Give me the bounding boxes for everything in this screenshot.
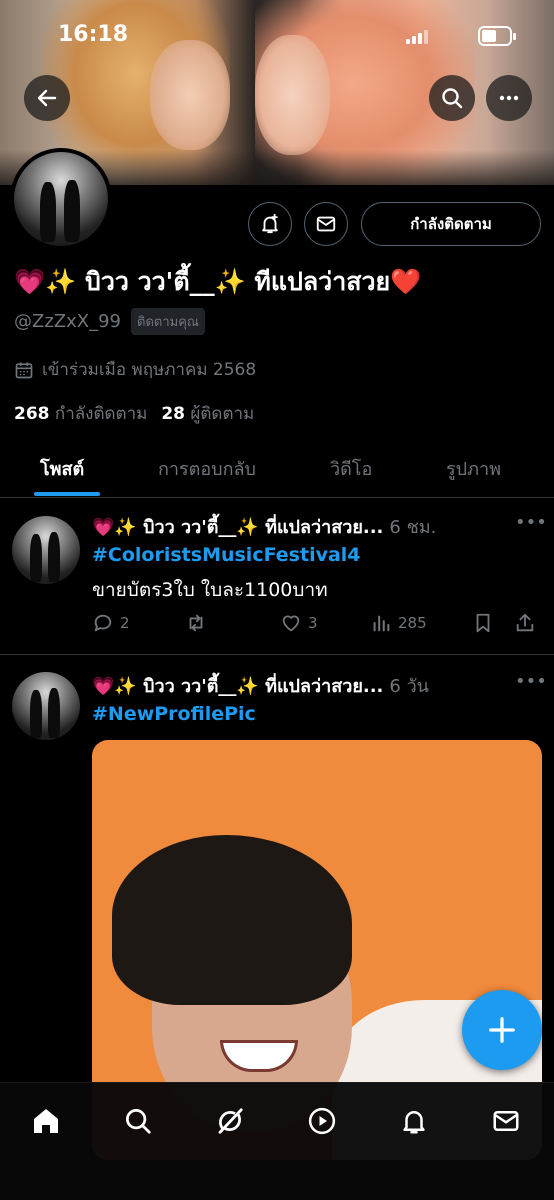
post-actions: 2 3 285 <box>92 612 542 634</box>
following-stat[interactable]: 268 กำลังติดตาม <box>14 400 147 427</box>
handle-row: @ZzZxX_99 ติดตามคุณ <box>14 308 205 335</box>
cellular-signal-icon <box>406 28 430 44</box>
repost-icon <box>189 614 203 632</box>
profile-handle: @ZzZxX_99 <box>14 311 121 332</box>
bookmark-icon <box>476 613 490 633</box>
search-icon <box>126 1109 151 1134</box>
avatar <box>14 152 108 246</box>
status-bar: 16:18 <box>0 0 554 70</box>
calendar-icon <box>15 362 33 378</box>
more-button[interactable] <box>486 75 532 121</box>
post-header: 💗✨ บิวว วว'ตี้__✨ ที่แปลว่าสวย... 6 ชม. <box>92 512 436 541</box>
profile-display-name: 💗✨ บิวว วว'ตี้__✨ ทีแปลว่าสวย❤️ <box>14 267 422 296</box>
compose-button[interactable] <box>462 990 542 1070</box>
plus-icon <box>489 1017 515 1043</box>
post-more-icon[interactable]: ••• <box>515 512 547 533</box>
follows-you-badge: ติดตามคุณ <box>131 308 205 335</box>
post-hashtag[interactable]: #NewProfilePic <box>92 703 256 725</box>
share-icon <box>516 613 534 632</box>
profile-tabs: โพสต์ การตอบกลับ วิดีโอ รูปภาพ <box>0 440 554 498</box>
nav-video[interactable] <box>302 1101 342 1141</box>
bell-icon <box>403 1111 425 1134</box>
post-author-name[interactable]: 💗✨ บิวว วว'ตี้__✨ ที่แปลว่าสวย... <box>92 671 383 700</box>
tab-photos[interactable]: รูปภาพ <box>446 454 501 483</box>
post-more-icon[interactable]: ••• <box>515 671 547 692</box>
active-tab-indicator <box>34 492 100 496</box>
tab-posts[interactable]: โพสต์ <box>40 454 84 483</box>
nav-messages[interactable] <box>486 1101 526 1141</box>
reply-icon <box>94 614 112 632</box>
search-icon <box>442 88 463 109</box>
play-icon <box>308 1107 336 1135</box>
tab-videos[interactable]: วิดีโอ <box>330 454 372 483</box>
more-horizontal-icon <box>499 95 519 101</box>
mail-icon <box>493 1111 519 1131</box>
follow-stats: 268 กำลังติดตาม 28 ผู้ติดตาม <box>14 400 254 427</box>
post-avatar[interactable] <box>12 516 80 584</box>
like-count: 3 <box>308 614 318 632</box>
share-button[interactable] <box>514 612 536 634</box>
following-button[interactable]: กำลังติดตาม <box>361 202 541 246</box>
bell-plus-icon <box>262 213 278 234</box>
bottom-navigation <box>0 1082 554 1200</box>
post-text: ขายบัตร3ใบ ใบละ1100บาท <box>92 579 328 601</box>
nav-home[interactable] <box>26 1101 66 1141</box>
profile-avatar[interactable] <box>10 148 112 250</box>
notifications-button[interactable] <box>248 202 292 246</box>
envelope-icon <box>316 216 336 232</box>
repost-button[interactable] <box>184 612 280 634</box>
home-icon <box>34 1109 58 1133</box>
back-button[interactable] <box>24 75 70 121</box>
search-button[interactable] <box>429 75 475 121</box>
views-button[interactable]: 285 <box>370 612 472 634</box>
message-button[interactable] <box>304 202 348 246</box>
heart-icon <box>282 615 300 632</box>
post-avatar[interactable] <box>12 672 80 740</box>
status-time: 16:18 <box>58 22 129 47</box>
reply-count: 2 <box>120 614 130 632</box>
post-image-part <box>112 835 352 1005</box>
nav-search[interactable] <box>118 1101 158 1141</box>
joined-date: เข้าร่วมเมือ พฤษภาคม 2568 <box>42 360 257 380</box>
bookmark-button[interactable] <box>472 612 514 634</box>
like-button[interactable]: 3 <box>280 612 370 634</box>
tab-replies[interactable]: การตอบกลับ <box>158 454 256 483</box>
post-time: 6 ชม. <box>389 517 437 538</box>
post-hashtag[interactable]: #ColoristsMusicFestival4 <box>92 544 361 566</box>
reply-button[interactable]: 2 <box>92 612 184 634</box>
followers-stat[interactable]: 28 ผู้ติดตาม <box>161 400 254 427</box>
post-time: 6 วัน <box>389 676 429 697</box>
nav-notifications[interactable] <box>394 1101 434 1141</box>
post-author-name[interactable]: 💗✨ บิวว วว'ตี้__✨ ที่แปลว่าสวย... <box>92 512 383 541</box>
analytics-icon <box>373 615 390 632</box>
post[interactable]: 💗✨ บิวว วว'ตี้__✨ ที่แปลว่าสวย... 6 ชม. … <box>0 498 554 654</box>
nav-grok[interactable] <box>210 1101 250 1141</box>
arrow-left-icon <box>37 89 57 107</box>
battery-icon <box>478 26 516 46</box>
view-count: 285 <box>398 614 427 632</box>
joined-date-row: เข้าร่วมเมือ พฤษภาคม 2568 <box>14 356 256 383</box>
post-header: 💗✨ บิวว วว'ตี้__✨ ที่แปลว่าสวย... 6 วัน <box>92 671 429 700</box>
grok-icon <box>218 1108 243 1134</box>
